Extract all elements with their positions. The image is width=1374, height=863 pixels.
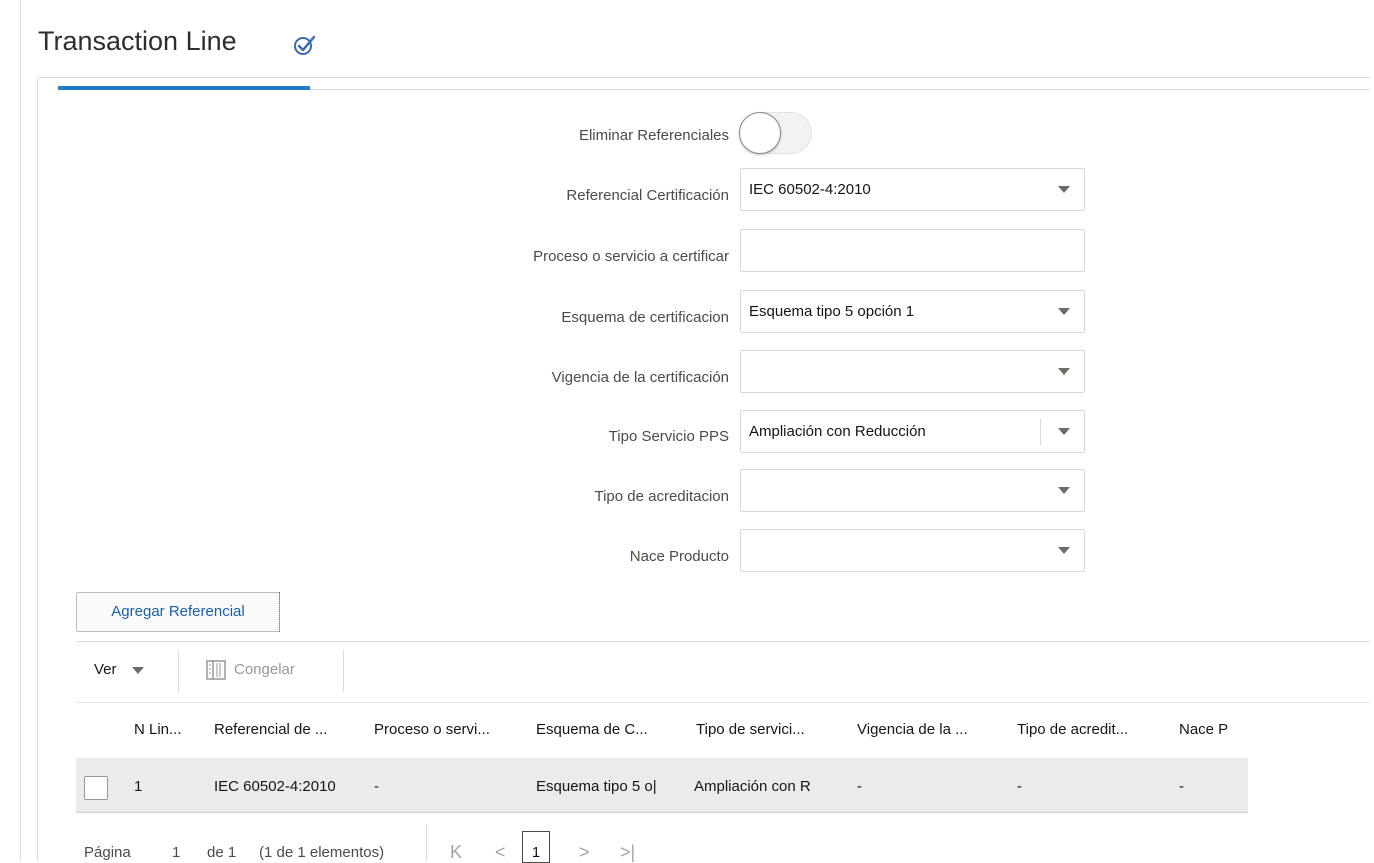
toggle-knob — [739, 112, 781, 154]
chevron-down-icon — [1058, 547, 1070, 554]
table-cell: 1 — [134, 778, 143, 795]
content-left-border — [37, 78, 38, 861]
chevron-down-icon — [1058, 487, 1070, 494]
column-header-nace-producto[interactable]: Nace P — [1179, 721, 1228, 738]
eliminar-referenciales-label: Eliminar Referenciales — [578, 127, 729, 144]
chevron-down-icon — [1058, 368, 1070, 375]
row-select-checkbox[interactable] — [84, 776, 108, 800]
referencial-certificacion-label: Referencial Certificación — [566, 187, 729, 204]
vigencia-certificacion-label: Vigencia de la certificación — [551, 369, 729, 386]
pagination-summary: (1 de 1 elementos) — [259, 844, 385, 861]
proceso-servicio-label: Proceso o servicio a certificar — [533, 248, 729, 265]
esquema-certificacion-select[interactable]: Esquema tipo 5 opción 1 — [740, 290, 1085, 333]
esquema-certificacion-label: Esquema de certificacion — [561, 309, 729, 326]
table-cell: IEC 60502-4:2010 — [214, 778, 336, 795]
tipo-servicio-pps-label: Tipo Servicio PPS — [608, 428, 729, 445]
tipo-acreditacion-label: Tipo de acreditacion — [594, 488, 729, 505]
toolbar-bottom-divider — [76, 702, 1370, 703]
column-header-proceso[interactable]: Proceso o servi... — [374, 721, 490, 738]
proceso-servicio-input[interactable] — [740, 229, 1085, 272]
button-focus-outline — [279, 592, 280, 632]
check-badge-icon — [294, 35, 316, 55]
table-cell: Ampliación con R — [694, 778, 811, 795]
freeze-button[interactable]: Congelar — [234, 661, 295, 678]
column-header-tipo-servicio[interactable]: Tipo de servici... — [696, 721, 805, 738]
table-cell: - — [374, 778, 379, 795]
table-top-divider — [76, 641, 1370, 642]
agregar-referencial-button[interactable]: Agregar Referencial — [76, 592, 280, 632]
chevron-down-icon — [1058, 308, 1070, 315]
table-cell: - — [1179, 778, 1184, 795]
tipo-acreditacion-select[interactable] — [740, 469, 1085, 512]
toolbar-divider — [178, 650, 179, 692]
table-cell: - — [1017, 778, 1022, 795]
referencial-certificacion-value: IEC 60502-4:2010 — [749, 181, 871, 198]
tipo-servicio-pps-value: Ampliación con Reducción — [749, 423, 926, 440]
tipo-servicio-pps-select[interactable]: Ampliación con Reducción — [740, 410, 1085, 453]
page-title: Transaction Line — [38, 26, 237, 56]
toolbar-divider — [343, 650, 344, 692]
chevron-down-icon — [1058, 428, 1070, 435]
page-left-border — [20, 0, 21, 861]
pagination-page-number: 1 — [172, 844, 181, 861]
vigencia-certificacion-select[interactable] — [740, 350, 1085, 393]
pagination-divider — [426, 824, 427, 861]
column-header-vigencia[interactable]: Vigencia de la ... — [857, 721, 968, 738]
column-header-tipo-acreditacion[interactable]: Tipo de acredit... — [1017, 721, 1128, 738]
next-page-icon[interactable]: > — [579, 842, 590, 863]
last-page-icon[interactable]: >| — [620, 842, 635, 863]
first-page-icon[interactable]: K — [450, 842, 462, 863]
column-header-n-linea[interactable]: N Lin... — [134, 721, 182, 738]
nace-producto-select[interactable] — [740, 529, 1085, 572]
pagination-current-page[interactable]: 1 — [522, 831, 550, 863]
nace-producto-label: Nace Producto — [629, 548, 729, 565]
pagination-of-label: de 1 — [207, 844, 237, 861]
column-header-referencial[interactable]: Referencial de ... — [214, 721, 327, 738]
select-divider — [1040, 419, 1041, 445]
table-cell: - — [857, 778, 862, 795]
header-divider — [38, 77, 1370, 78]
prev-page-icon[interactable]: < — [495, 842, 506, 863]
column-header-esquema[interactable]: Esquema de C... — [536, 721, 648, 738]
row-divider — [76, 812, 1248, 813]
view-menu-button[interactable]: Ver — [94, 661, 117, 678]
chevron-down-icon — [1058, 186, 1070, 193]
chevron-down-icon[interactable] — [132, 667, 144, 674]
eliminar-referenciales-toggle[interactable] — [739, 112, 812, 154]
referencial-certificacion-select[interactable]: IEC 60502-4:2010 — [740, 168, 1085, 211]
tab-active-indicator[interactable] — [58, 86, 310, 90]
pagination-page-label: Página — [84, 844, 131, 861]
esquema-certificacion-value: Esquema tipo 5 opción 1 — [749, 303, 915, 320]
table-cell: Esquema tipo 5 o| — [536, 778, 657, 795]
freeze-columns-icon — [206, 660, 226, 680]
